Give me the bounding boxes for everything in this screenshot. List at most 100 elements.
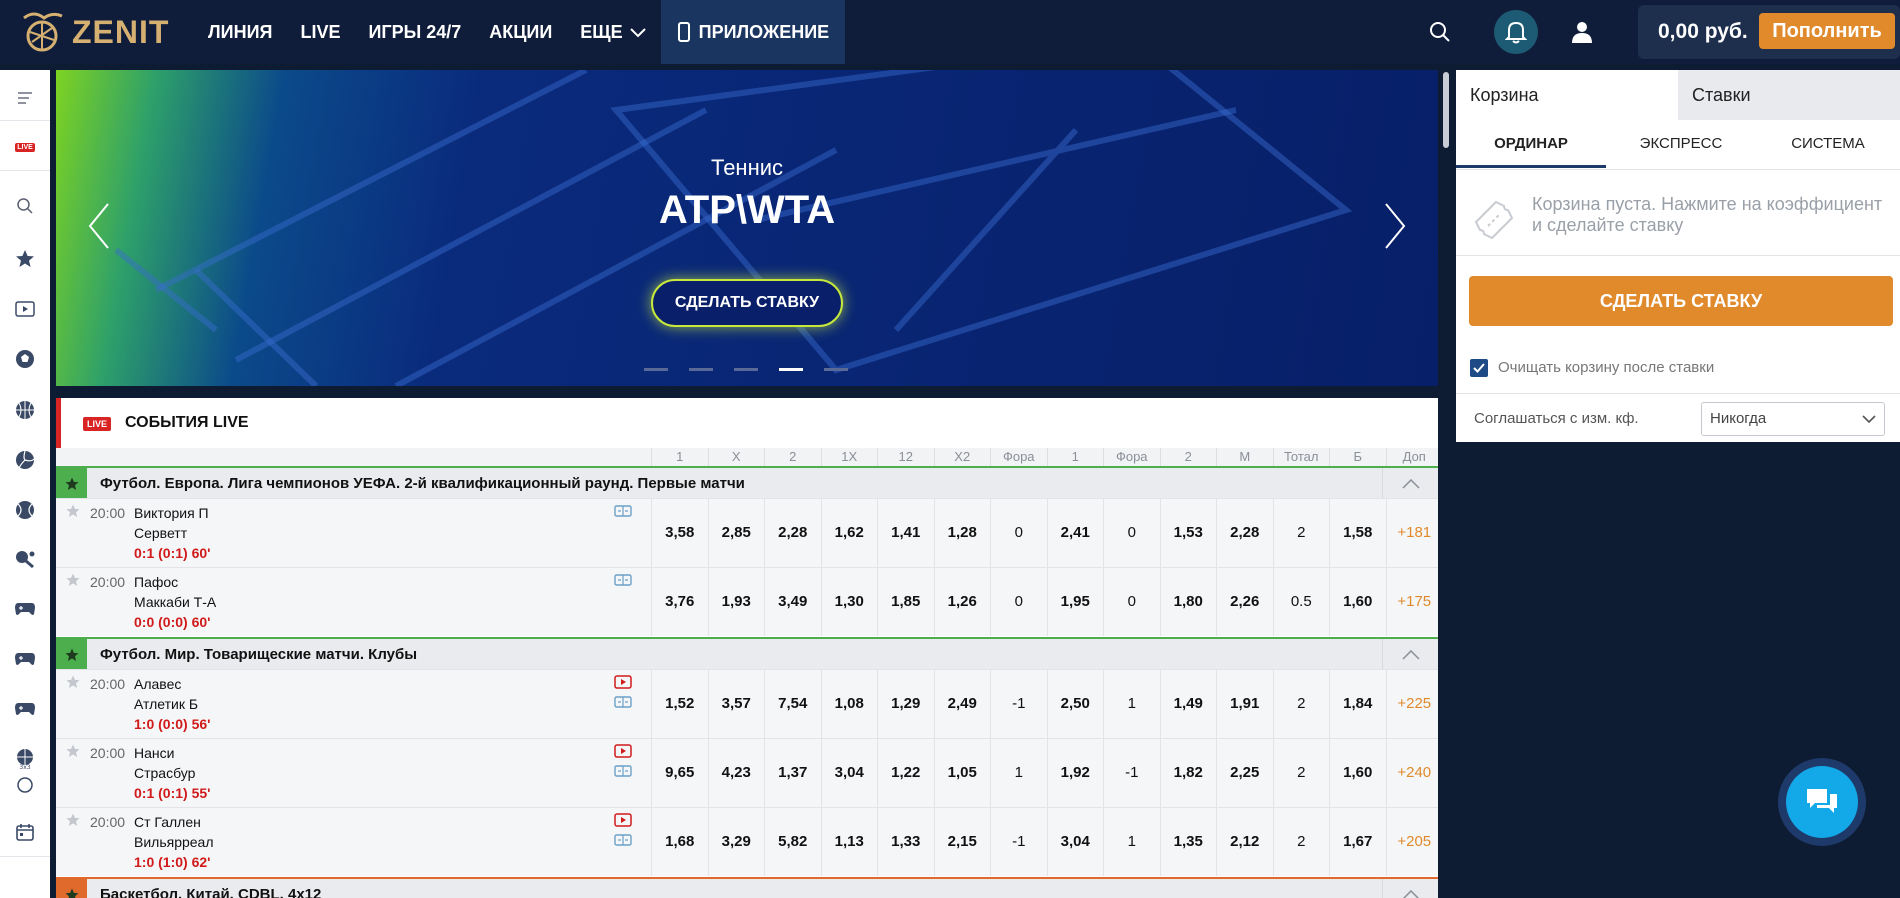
odds-cell[interactable]: 0: [990, 568, 1047, 636]
odds-cell[interactable]: 3,49: [764, 568, 821, 636]
support-chat-button[interactable]: [1778, 758, 1866, 846]
tab-basket[interactable]: Корзина: [1456, 70, 1678, 120]
match-row[interactable]: 20:00 Ст Галлен Вильярреал 1:0 (1:0) 62' 1,6…: [56, 807, 1438, 876]
odds-cell[interactable]: 9,65: [651, 739, 708, 807]
odds-cell[interactable]: 1,13: [820, 808, 878, 876]
odds-cell[interactable]: 3,29: [707, 808, 765, 876]
more-markets-button[interactable]: +181: [1385, 499, 1439, 567]
odds-cell[interactable]: 3,04: [820, 739, 878, 807]
odds-cell[interactable]: 2: [1272, 739, 1330, 807]
odds-cell[interactable]: 1,30: [820, 568, 878, 636]
nav-games[interactable]: ИГРЫ 24/7: [354, 0, 475, 64]
topup-button[interactable]: Пополнить: [1759, 13, 1895, 49]
odds-cell[interactable]: 1,95: [1046, 568, 1104, 636]
sidebar-sport-volleyball[interactable]: [0, 438, 50, 482]
odds-cell[interactable]: 2,41: [1046, 499, 1104, 567]
banner-dot-4[interactable]: [779, 368, 803, 371]
match-stats-button[interactable]: [614, 764, 632, 783]
odds-cell[interactable]: 1,62: [820, 499, 878, 567]
profile-button[interactable]: [1560, 10, 1604, 54]
odds-cell[interactable]: 1,82: [1159, 739, 1217, 807]
odds-cell[interactable]: 1,37: [764, 739, 821, 807]
odds-cell[interactable]: 1,58: [1329, 499, 1386, 567]
odds-cell[interactable]: 0: [1103, 568, 1160, 636]
sidebar-sport-esports-3[interactable]: [0, 687, 50, 731]
league-favorite-button[interactable]: [56, 468, 87, 500]
odds-cell[interactable]: 1,49: [1159, 670, 1217, 738]
sidebar-sport-esports[interactable]: [0, 587, 50, 631]
odds-cell[interactable]: 1,29: [877, 670, 934, 738]
match-row[interactable]: 20:00 Виктория П Серветт 0:1 (0:1) 60' 3,58 2…: [56, 498, 1438, 567]
odds-cell[interactable]: 2,85: [707, 499, 765, 567]
odds-cell[interactable]: 0: [1103, 499, 1160, 567]
match-row[interactable]: 20:00 Алавес Атлетик Б 1:0 (0:0) 56' 1,52 3,5…: [56, 669, 1438, 738]
odds-cell[interactable]: 1,92: [1046, 739, 1104, 807]
odds-cell[interactable]: 1,33: [877, 808, 934, 876]
league-collapse-button[interactable]: [1382, 468, 1438, 500]
match-video-button[interactable]: [614, 744, 632, 763]
odds-cell[interactable]: 5,82: [764, 808, 821, 876]
odds-cell[interactable]: 1,91: [1216, 670, 1273, 738]
odds-cell[interactable]: 1,05: [933, 739, 991, 807]
odds-cell[interactable]: 1,93: [707, 568, 765, 636]
banner-dot-2[interactable]: [689, 368, 713, 371]
match-row[interactable]: 20:00 Нанси Страсбур 0:1 (0:1) 55' 9,65 4,23 1…: [56, 738, 1438, 807]
sidebar-video[interactable]: [0, 287, 50, 331]
odds-cell[interactable]: 3,58: [651, 499, 708, 567]
odds-cell[interactable]: 1,22: [877, 739, 934, 807]
match-favorite-button[interactable]: [66, 813, 80, 832]
odds-cell[interactable]: 2,28: [1216, 499, 1273, 567]
match-stats-button[interactable]: [614, 695, 632, 714]
odds-cell[interactable]: 1,53: [1159, 499, 1217, 567]
odds-cell[interactable]: 2,50: [1046, 670, 1104, 738]
sidebar-sport-esports-2[interactable]: [0, 637, 50, 681]
sidebar-stopwatch[interactable]: [0, 775, 50, 793]
odds-cell[interactable]: -1: [990, 670, 1047, 738]
subtab-system[interactable]: СИСТЕМА: [1756, 120, 1900, 168]
match-favorite-button[interactable]: [66, 744, 80, 763]
odds-cell[interactable]: 1,84: [1329, 670, 1386, 738]
odds-cell[interactable]: 2,26: [1216, 568, 1273, 636]
match-favorite-button[interactable]: [66, 504, 80, 523]
odds-cell[interactable]: 2: [1272, 670, 1330, 738]
subtab-express[interactable]: ЭКСПРЕСС: [1606, 120, 1756, 168]
odds-cell[interactable]: 2,49: [933, 670, 991, 738]
match-favorite-button[interactable]: [66, 573, 80, 592]
odds-cell[interactable]: 1,67: [1329, 808, 1386, 876]
sidebar-sport-table-tennis[interactable]: [0, 537, 50, 581]
odds-cell[interactable]: 1,80: [1159, 568, 1217, 636]
odds-cell[interactable]: 1,35: [1159, 808, 1217, 876]
match-stats-button[interactable]: [614, 504, 632, 523]
odds-cell[interactable]: 3,04: [1046, 808, 1104, 876]
clear-basket-checkbox[interactable]: [1470, 359, 1488, 377]
sidebar-favorites[interactable]: [0, 237, 50, 281]
match-favorite-button[interactable]: [66, 675, 80, 694]
odds-cell[interactable]: 2,25: [1216, 739, 1273, 807]
odds-cell[interactable]: 2: [1272, 808, 1330, 876]
promo-banner[interactable]: Теннис ATP\WTA СДЕЛАТЬ СТАВКУ: [56, 70, 1438, 386]
banner-dot-3[interactable]: [734, 368, 758, 371]
sidebar-menu[interactable]: [0, 76, 50, 120]
odds-cell[interactable]: 1,41: [877, 499, 934, 567]
match-stats-button[interactable]: [614, 833, 632, 852]
place-bet-button[interactable]: СДЕЛАТЬ СТАВКУ: [1469, 276, 1893, 326]
tab-bets[interactable]: Ставки: [1678, 70, 1900, 120]
odds-cell[interactable]: 2,15: [933, 808, 991, 876]
more-markets-button[interactable]: +240: [1385, 739, 1439, 807]
nav-more[interactable]: ЕЩЕ: [566, 0, 660, 64]
odds-cell[interactable]: 1: [990, 739, 1047, 807]
odds-cell[interactable]: 1,28: [933, 499, 991, 567]
sidebar-search[interactable]: [0, 184, 50, 228]
odds-cell[interactable]: 1,68: [651, 808, 708, 876]
sidebar-calendar[interactable]: [0, 810, 50, 854]
notifications-button[interactable]: [1494, 10, 1538, 54]
odds-cell[interactable]: 1: [1103, 670, 1160, 738]
subtab-single[interactable]: ОРДИНАР: [1456, 120, 1606, 168]
scrollbar-thumb[interactable]: [1443, 72, 1449, 148]
odds-cell[interactable]: 0: [990, 499, 1047, 567]
banner-bet-button[interactable]: СДЕЛАТЬ СТАВКУ: [651, 279, 843, 327]
nav-live[interactable]: LIVE: [286, 0, 354, 64]
odds-cell[interactable]: -1: [990, 808, 1047, 876]
odds-cell[interactable]: 3,76: [651, 568, 708, 636]
nav-line[interactable]: ЛИНИЯ: [194, 0, 286, 64]
